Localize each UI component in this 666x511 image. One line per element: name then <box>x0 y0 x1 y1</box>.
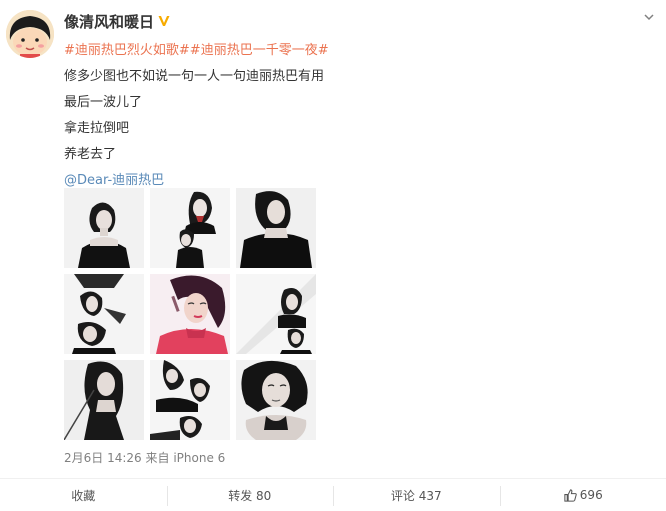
post-meta: 2月6日 14:26 来自 iPhone 6 <box>64 449 225 466</box>
repost-button[interactable]: 转发 80 <box>166 479 334 511</box>
collect-label: 收藏 <box>71 488 96 503</box>
photo-thumbnail[interactable] <box>64 188 144 268</box>
photo-thumbnail[interactable] <box>64 274 144 354</box>
photo-grid <box>64 188 316 440</box>
collect-button[interactable]: 收藏 <box>0 479 167 511</box>
photo-thumbnail[interactable] <box>64 360 144 440</box>
photo-thumbnail[interactable] <box>150 188 230 268</box>
comment-label: 评论 437 <box>390 488 442 503</box>
comment-button[interactable]: 评论 437 <box>333 479 500 511</box>
post-text: #迪丽热巴烈火如歌##迪丽热巴一千零一夜# 修多少图也不如说一句一人一句迪丽热巴… <box>64 38 329 194</box>
photo-thumbnail[interactable] <box>236 360 316 440</box>
verified-v-icon <box>156 13 172 29</box>
photo-thumbnail[interactable] <box>236 188 316 268</box>
photo-thumbnail[interactable] <box>236 274 316 354</box>
photo-thumbnail[interactable] <box>150 274 230 354</box>
photo-thumbnail[interactable] <box>150 360 230 440</box>
post-text-line: 养老去了 <box>64 147 117 162</box>
post-text-line: 修多少图也不如说一句一人一句迪丽热巴有用 <box>64 69 325 84</box>
post-source: 来自 iPhone 6 <box>145 451 226 465</box>
like-button[interactable]: 696 <box>499 479 666 511</box>
hashtag-link[interactable]: #迪丽热巴烈火如歌# <box>64 43 190 58</box>
like-count: 696 <box>579 488 603 502</box>
hashtag-link[interactable]: #迪丽热巴一千零一夜# <box>190 43 329 58</box>
hashtag-line: #迪丽热巴烈火如歌##迪丽热巴一千零一夜# <box>64 38 329 64</box>
post-timestamp[interactable]: 2月6日 14:26 <box>64 451 142 465</box>
post-text-line: 最后一波儿了 <box>64 95 143 110</box>
chevron-down-icon[interactable] <box>642 10 656 24</box>
thumbs-up-icon <box>564 488 577 502</box>
post-text-line: 拿走拉倒吧 <box>64 121 130 136</box>
username[interactable]: 像清风和暖日 <box>64 11 154 32</box>
avatar[interactable] <box>6 10 54 58</box>
cartoon-girl-avatar-icon <box>6 10 54 58</box>
repost-label: 转发 80 <box>228 488 272 503</box>
action-bar: 收藏 转发 80 评论 437 696 <box>0 478 666 511</box>
